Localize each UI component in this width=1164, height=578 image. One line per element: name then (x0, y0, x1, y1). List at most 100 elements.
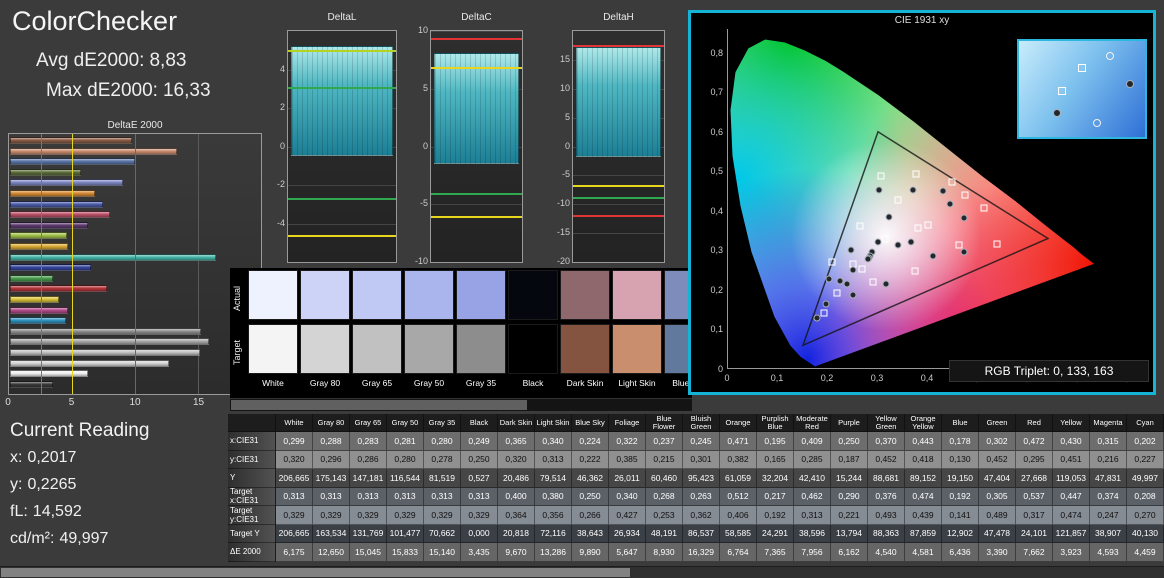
table-cell: 15,833 (387, 543, 424, 562)
rgb-triplet-readout: RGB Triplet: 0, 133, 163 (949, 360, 1149, 382)
table-cell: 3,923 (1053, 543, 1090, 562)
delta-band (576, 47, 661, 157)
current-reading-title: Current Reading (10, 420, 150, 441)
table-cell: 95,423 (683, 469, 720, 488)
table-header-cell: Purplish Blue (757, 414, 794, 432)
table-cell: 0,329 (387, 506, 424, 525)
measured-marker (843, 280, 850, 288)
swatch-scrollbar-thumb[interactable] (231, 400, 527, 410)
table-cell: 0,317 (1016, 506, 1053, 525)
table-cell: 0,165 (757, 450, 794, 469)
gridline (573, 233, 664, 235)
gridline (573, 175, 664, 177)
reference-line (431, 215, 522, 218)
table-cell: 0,302 (979, 432, 1016, 451)
axis-tick-label: 0,6 (710, 126, 723, 137)
table-header-cell: Gray 80 (313, 414, 350, 432)
table-cell: 0,208 (1127, 487, 1164, 506)
target-swatch (352, 324, 402, 374)
reference-line (431, 37, 522, 40)
table-cell: 15,140 (424, 543, 461, 562)
table-cell: 88,681 (868, 469, 905, 488)
table-cell: 206,665 (276, 469, 313, 488)
table-cell: 15,045 (350, 543, 387, 562)
table-cell: 6,436 (942, 543, 979, 562)
table-cell: 0,489 (979, 506, 1016, 525)
axis-tick-label: -5 (561, 169, 570, 180)
reading-x: x: 0,2017 (10, 449, 81, 467)
table-cell: 0,329 (313, 506, 350, 525)
measurement-table[interactable]: White Gray 80 Gray 65 Gray 50 Gray 35 Black Da… (228, 414, 1164, 562)
table-cell: 46,362 (572, 469, 609, 488)
table-cell: 0,237 (646, 432, 683, 451)
table-cell: 40,130 (1127, 524, 1164, 543)
table-header-cell: Purple (831, 414, 868, 432)
inset-marker (1105, 52, 1114, 61)
target-marker (858, 265, 866, 273)
table-cell: 15,244 (831, 469, 868, 488)
delta-band (434, 52, 519, 164)
axis-tick-label: 5 (422, 82, 428, 93)
table-cell: 0,409 (794, 432, 831, 451)
reading-y-label: y: (10, 476, 23, 493)
table-cell: 81,519 (424, 469, 461, 488)
horizontal-scrollbar[interactable] (0, 566, 1164, 578)
table-cell: 4,593 (1090, 543, 1127, 562)
swatch-scrollbar[interactable] (230, 398, 692, 411)
reading-cdm2-value: 49,997 (59, 530, 109, 547)
table-cell: 0,329 (276, 506, 313, 525)
table-cell: 61,059 (720, 469, 757, 488)
axis-tick-label: 0,1 (710, 324, 723, 335)
table-cell: 0,313 (313, 487, 350, 506)
de-bar-black (10, 380, 54, 388)
deltal-chart-title: DeltaL (327, 12, 357, 23)
table-cell: 0,313 (535, 450, 572, 469)
cie-1931-panel[interactable]: CIE 1931 xy RGB Triplet: 0, 133, 163 0 0… (688, 10, 1156, 395)
axis-tick-label: 10 (559, 82, 570, 93)
table-cell: 0,400 (498, 487, 535, 506)
axis-tick-label: 0,4 (920, 373, 934, 383)
table-cell: 24,101 (1016, 524, 1053, 543)
table-cell: 0,447 (1053, 487, 1090, 506)
table-cell: 70,662 (424, 524, 461, 543)
table-cell: 0,374 (1090, 487, 1127, 506)
swatch-comparison-strip[interactable]: Actual Target White Gray 80 Gray 65 Gray 50… (230, 268, 692, 411)
actual-row-label: Actual (232, 285, 242, 311)
table-header-cell: Blue Flower (646, 414, 683, 432)
reference-line (573, 214, 664, 217)
actual-swatch (248, 270, 298, 320)
deltal-chart[interactable]: 4 2 0 -2 -4 (266, 30, 397, 265)
table-cell: 0,364 (498, 506, 535, 525)
table-cell: 72,116 (535, 524, 572, 543)
deltac-chart[interactable]: 10 5 0 -5 -10 (409, 25, 523, 266)
table-cell: 0,285 (794, 450, 831, 469)
de-bar-white (10, 370, 88, 378)
table-cell: 0,320 (498, 450, 535, 469)
table-cell: 47,831 (1090, 469, 1127, 488)
table-cell: 147,181 (350, 469, 387, 488)
table-cell: 0,382 (720, 450, 757, 469)
deltae-bar-chart[interactable] (8, 133, 262, 395)
colorchecker-app: ColorChecker Avg dE2000: 8,83 Max dE2000:… (0, 0, 1164, 578)
table-cell: 7,662 (1016, 543, 1053, 562)
table-cell: 0,227 (1127, 450, 1164, 469)
table-cell: 0,192 (757, 506, 794, 525)
delta-band (291, 46, 393, 157)
table-cell: 0,365 (498, 432, 535, 451)
deltah-chart[interactable]: 15 10 5 0 -5 -10 -15 -20 (551, 30, 665, 266)
horizontal-scrollbar-thumb[interactable] (1, 568, 630, 577)
reading-fl: fL: 14,592 (10, 503, 87, 521)
table-cell: 0,295 (1016, 450, 1053, 469)
table-cell: 87,859 (905, 524, 942, 543)
cie-zoom-inset (1017, 39, 1147, 139)
swatch-column: Black (508, 268, 558, 411)
table-cell: 0,202 (1127, 432, 1164, 451)
table-cell: 42,410 (794, 469, 831, 488)
table-cell: 0,250 (461, 450, 498, 469)
table-cell: 26,934 (609, 524, 646, 543)
cie-chart-title: CIE 1931 xy (894, 15, 950, 26)
target-marker (856, 222, 863, 230)
table-cell: 0,537 (1016, 487, 1053, 506)
table-cell: 0,253 (646, 506, 683, 525)
table-header-cell: Orange Yellow (905, 414, 942, 432)
